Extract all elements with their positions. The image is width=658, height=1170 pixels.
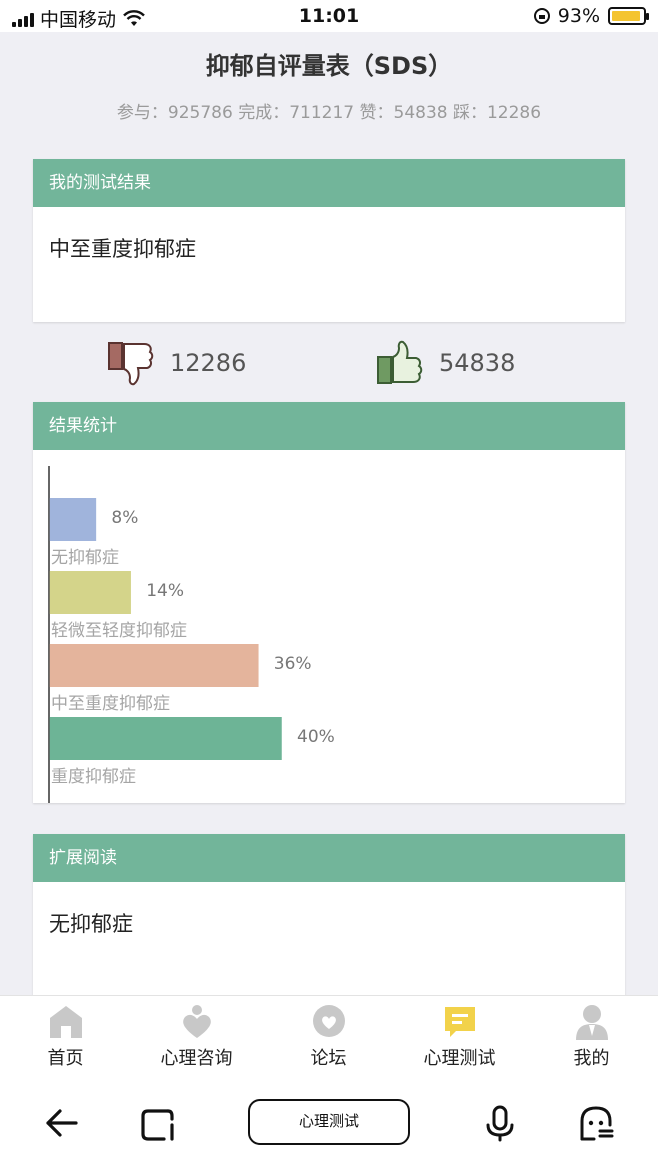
- result-chart: 8% 无抑郁症 14% 轻微至轻度抑郁症 36% 中至重度抑郁症 40% 重度抑郁症: [33, 450, 625, 803]
- tab-consult-label: 心理咨询: [160, 1048, 233, 1069]
- like-count: 54838: [439, 349, 516, 377]
- chart-category-label: 无抑郁症: [51, 548, 119, 568]
- stats-card: 结果统计 8% 无抑郁症 14% 轻微至轻度抑郁症 36% 中至重度抑郁症 40% 重度抑郁症: [33, 402, 625, 803]
- reading-card: 扩展阅读 无抑郁症: [33, 834, 625, 1009]
- bottom-tab-bar: 首页 心理咨询 论坛 心理测试 我的: [0, 995, 658, 1075]
- chart-value-label: 8%: [111, 508, 138, 528]
- result-text: 中至重度抑郁症: [49, 237, 196, 261]
- chart-category-label: 轻微至轻度抑郁症: [51, 621, 187, 641]
- reading-card-header: 扩展阅读: [33, 834, 625, 882]
- dislike-button[interactable]: 12286: [108, 340, 246, 386]
- forum-icon: [312, 1005, 345, 1037]
- tab-forum[interactable]: 论坛: [263, 1004, 394, 1070]
- back-arrow-icon[interactable]: [42, 1103, 82, 1143]
- chart-category-label: 重度抑郁症: [51, 767, 136, 787]
- browser-toolbar: 心理测试: [0, 1075, 658, 1170]
- microphone-icon[interactable]: [480, 1103, 520, 1143]
- battery-icon: [608, 7, 649, 25]
- reading-text[interactable]: 无抑郁症: [33, 882, 625, 938]
- tab-forum-label: 论坛: [310, 1048, 347, 1069]
- tab-test[interactable]: 心理测试: [394, 1004, 525, 1070]
- chart-value-label: 36%: [274, 654, 312, 674]
- chart-bar: [49, 717, 282, 760]
- test-icon: [444, 1007, 475, 1037]
- chart-value-label: 14%: [146, 581, 184, 601]
- participation-stats: 参与：925786 完成：711217 赞：54838 踩：12286: [116, 103, 542, 123]
- chart-category-label: 中至重度抑郁症: [51, 694, 170, 714]
- result-card-header: 我的测试结果: [33, 159, 625, 207]
- battery-fill: [612, 11, 640, 21]
- tab-home-label: 首页: [47, 1048, 84, 1069]
- result-card: 我的测试结果 中至重度抑郁症: [33, 159, 625, 322]
- chart-bar: [49, 571, 131, 614]
- dislike-count: 12286: [170, 349, 247, 377]
- page-title: 抑郁自评量表（SDS）: [205, 52, 453, 80]
- assistant-icon[interactable]: [576, 1103, 616, 1143]
- chart-bar: [49, 644, 259, 687]
- tab-profile-label: 我的: [573, 1048, 610, 1069]
- tab-home[interactable]: 首页: [0, 1004, 131, 1070]
- status-bar: 中国移动 11:01 93%: [0, 0, 658, 32]
- like-button[interactable]: 54838: [377, 340, 515, 386]
- chart-bar: [49, 498, 97, 541]
- status-right: 93%: [533, 5, 649, 27]
- orientation-lock-icon: [533, 8, 550, 24]
- window-switch-icon[interactable]: [138, 1103, 178, 1143]
- consult-icon: [182, 1005, 211, 1038]
- bar-chart-svg: 8% 无抑郁症 14% 轻微至轻度抑郁症 36% 中至重度抑郁症 40% 重度抑郁症: [48, 466, 335, 803]
- home-icon: [49, 1006, 82, 1038]
- thumbs-down-icon: [108, 342, 154, 386]
- mini-program-title-button[interactable]: 心理测试: [248, 1099, 410, 1145]
- chart-value-label: 40%: [297, 727, 335, 747]
- tab-consult[interactable]: 心理咨询: [131, 1004, 262, 1070]
- tab-profile[interactable]: 我的: [526, 1004, 657, 1070]
- stats-card-header: 结果统计: [33, 402, 625, 450]
- battery-percent: 93%: [557, 5, 600, 27]
- profile-icon: [575, 1005, 608, 1040]
- tab-test-label: 心理测试: [423, 1048, 496, 1069]
- thumbs-up-icon: [377, 340, 423, 384]
